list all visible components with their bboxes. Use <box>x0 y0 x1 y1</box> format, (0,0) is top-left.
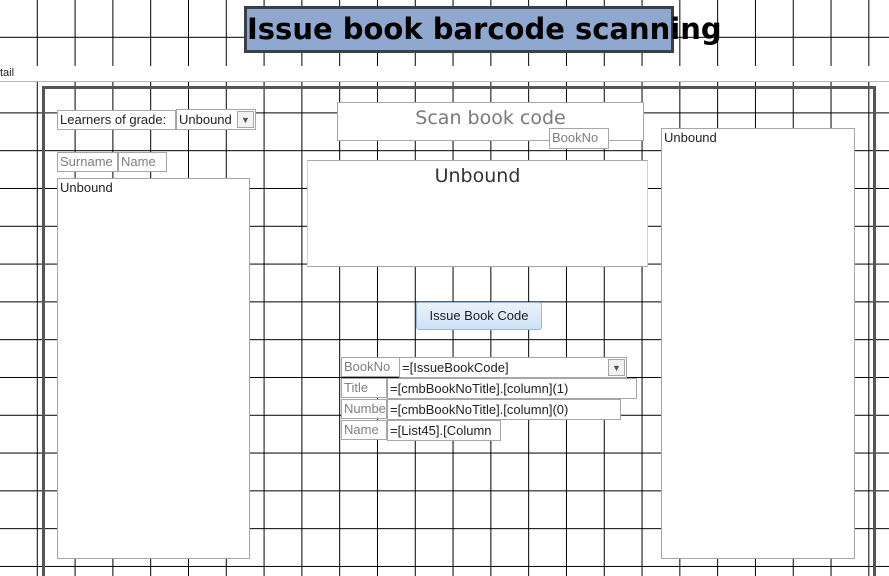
title-textbox[interactable]: =[cmbBookNoTitle].[column](1) <box>387 378 637 399</box>
detail-section-bar[interactable] <box>0 66 889 82</box>
right-listbox-value: Unbound <box>664 130 717 145</box>
name-textbox[interactable]: =[List45].[Column <box>387 420 501 441</box>
bookno-label[interactable]: BookNo <box>341 357 401 377</box>
right-listbox[interactable]: Unbound <box>661 128 855 559</box>
learners-listbox[interactable]: Unbound <box>57 178 250 559</box>
name-row-label[interactable]: Name <box>341 420 387 440</box>
detail-section-label: tail <box>0 67 15 79</box>
surname-label[interactable]: Surname <box>57 152 118 172</box>
scan-code-textbox[interactable]: Unbound <box>307 160 648 267</box>
form-title: Issue book barcode scanning <box>244 6 722 53</box>
chevron-down-icon[interactable]: ▼ <box>237 111 254 128</box>
grade-label[interactable]: Learners of grade: <box>57 110 176 130</box>
name-label[interactable]: Name <box>118 152 167 172</box>
bookno-combo[interactable]: =[IssueBookCode] ▼ <box>399 357 627 378</box>
chevron-down-icon[interactable]: ▼ <box>608 359 625 376</box>
number-label[interactable]: Numbe <box>341 399 387 419</box>
bookno-combo-value: =[IssueBookCode] <box>402 360 509 375</box>
grade-combo[interactable]: Unbound ▼ <box>176 109 256 130</box>
bookno-small-label[interactable]: BookNo <box>549 128 609 149</box>
grade-combo-value: Unbound <box>179 112 232 127</box>
learners-listbox-value: Unbound <box>60 180 113 195</box>
scan-code-textbox-value: Unbound <box>434 165 521 187</box>
issue-book-code-button[interactable]: Issue Book Code <box>416 302 542 330</box>
title-label[interactable]: Title <box>341 378 387 398</box>
number-textbox[interactable]: =[cmbBookNoTitle].[column](0) <box>387 399 621 420</box>
